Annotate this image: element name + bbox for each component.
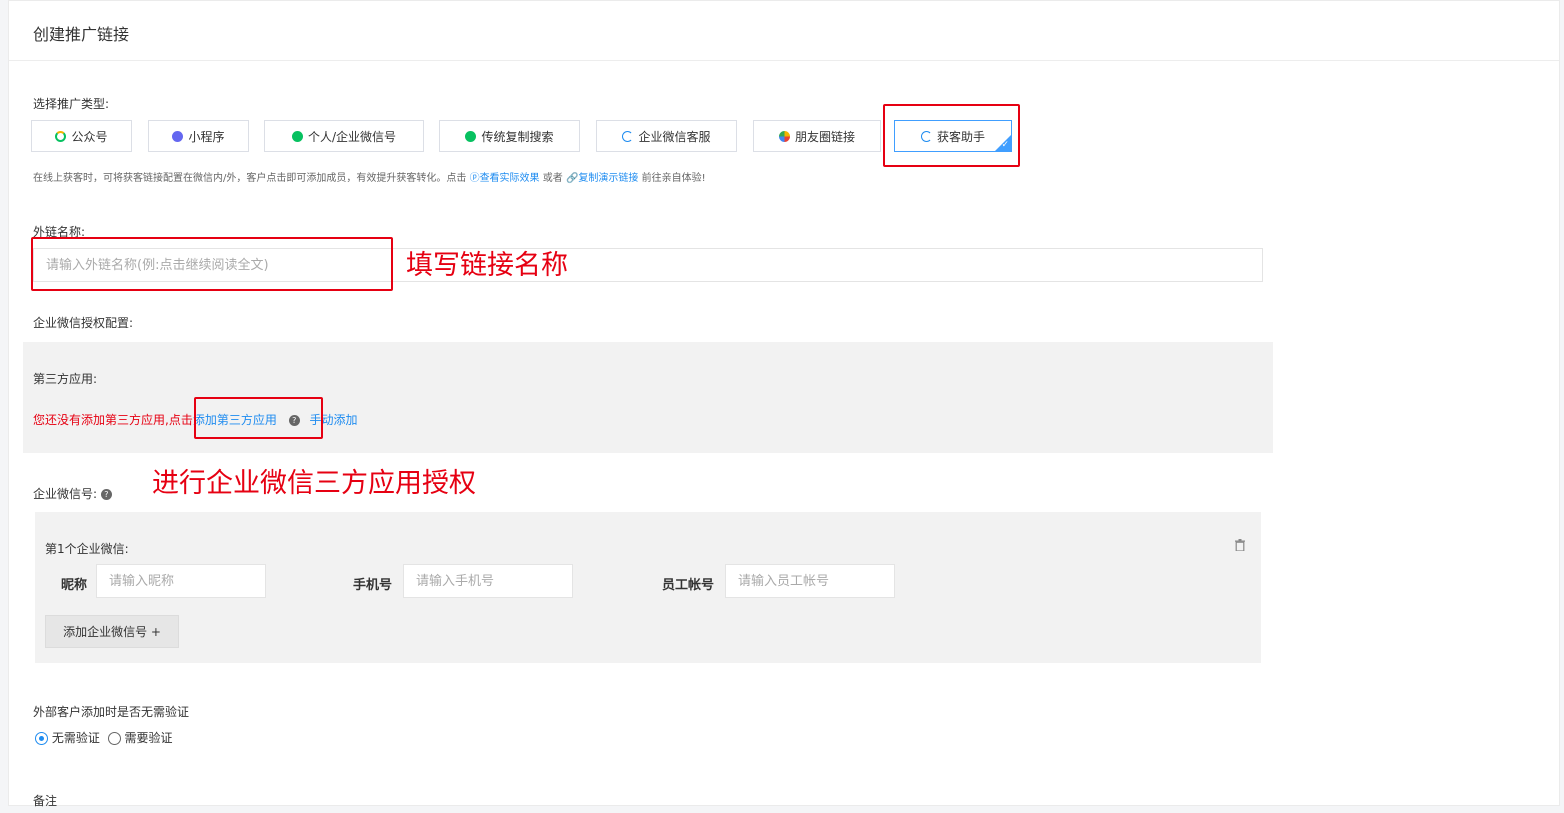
annotation-fill-name: 填写链接名称 <box>406 250 568 281</box>
verification-options: 无需验证 需要验证 <box>35 729 173 746</box>
view-effect-link[interactable]: 查看实际效果 <box>480 173 540 184</box>
wechat-icon <box>465 130 477 142</box>
annotation-auth: 进行企业微信三方应用授权 <box>152 468 476 499</box>
moments-icon <box>778 130 790 142</box>
type-button-mini-program[interactable]: 小程序 <box>148 120 249 152</box>
wecom-auth-label: 企业微信授权配置: <box>33 316 134 330</box>
annotation-box-type <box>883 104 1020 167</box>
wechat-official-icon <box>55 130 67 142</box>
create-link-card: 创建推广链接 选择推广类型: 公众号 小程序 个人/企业微信号 传统复制搜索 企… <box>8 0 1560 808</box>
radio-no-verify[interactable] <box>35 732 48 745</box>
phone-input[interactable] <box>403 564 573 598</box>
third-party-label: 第三方应用: <box>33 372 98 386</box>
type-button-wecom-service[interactable]: 企业微信客服 <box>596 120 737 152</box>
wecom-icon <box>622 130 634 142</box>
verification-label: 外部客户添加时是否无需验证 <box>33 705 190 719</box>
staff-account-label: 员工帐号 <box>662 578 715 593</box>
remark-label: 备注 <box>33 794 58 808</box>
help-icon: ? <box>100 489 112 500</box>
add-wecom-button[interactable]: 添加企业微信号 + <box>45 615 179 648</box>
nickname-label: 昵称 <box>61 578 88 593</box>
wechat-icon <box>291 130 303 142</box>
phone-label: 手机号 <box>353 578 393 593</box>
copy-demo-link[interactable]: 复制演示链接 <box>578 173 638 184</box>
type-button-moments[interactable]: 朋友圈链接 <box>753 120 881 152</box>
play-icon: ⓟ <box>469 173 480 184</box>
title-divider <box>9 60 1559 61</box>
nickname-input[interactable] <box>96 564 266 598</box>
promo-hint: 在线上获客时，可将获客链接配置在微信内/外，客户点击即可添加成员，有效提升获客转… <box>33 173 706 184</box>
trash-icon[interactable] <box>1235 539 1245 551</box>
annotation-box-auth <box>194 397 323 439</box>
wecom-accounts-label: 企业微信号: ? <box>33 485 112 502</box>
wecom-account-panel: 第1个企业微信: 昵称 手机号 员工帐号 <box>35 512 1261 663</box>
link-icon: 🔗 <box>565 173 579 184</box>
radio-need-verify[interactable] <box>107 732 121 745</box>
type-button-official-account[interactable]: 公众号 <box>31 120 132 152</box>
promo-type-label: 选择推广类型: <box>33 97 110 111</box>
type-button-copy-search[interactable]: 传统复制搜索 <box>439 120 580 152</box>
staff-account-input[interactable] <box>725 564 895 598</box>
wecom-item-title: 第1个企业微信: <box>45 542 129 556</box>
mini-program-icon <box>172 130 184 142</box>
page-title: 创建推广链接 <box>33 25 130 44</box>
annotation-box-name <box>31 237 393 291</box>
type-button-personal-wechat[interactable]: 个人/企业微信号 <box>264 120 424 152</box>
